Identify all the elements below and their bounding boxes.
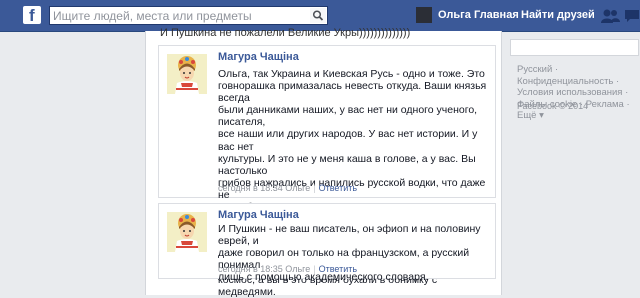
- facebook-logo[interactable]: f: [23, 6, 41, 25]
- comment-meta: сегодня в 18:35 Ольге | Ответить: [218, 264, 357, 274]
- commenter-avatar[interactable]: [167, 54, 207, 94]
- messages-icon[interactable]: [624, 8, 640, 24]
- nav-find-friends-link[interactable]: Найти друзей: [521, 9, 595, 21]
- comment-timestamp[interactable]: сегодня в 18:34 Ольге: [218, 183, 310, 193]
- search-input[interactable]: Ищите людей, места или предметы: [49, 6, 328, 25]
- commenter-avatar[interactable]: [167, 212, 207, 252]
- nav-home-link[interactable]: Главная: [474, 9, 519, 21]
- comment: Магура Чащіна И Пушкин - не ваш писатель…: [158, 203, 496, 283]
- main-content: И Пушкина не пожалели Великие Укры))))))…: [145, 27, 502, 298]
- right-sidebar: Русский · Конфиденциальность · Условия и…: [501, 31, 640, 295]
- meta-separator: |: [313, 264, 316, 274]
- commenter-avatar-image: [167, 212, 207, 252]
- facebook-logo-letter: f: [29, 6, 35, 25]
- comment-author-link[interactable]: Магура Чащіна: [218, 209, 299, 221]
- sidebar-box: [510, 39, 639, 56]
- friend-requests-icon[interactable]: [600, 8, 620, 24]
- footer-links[interactable]: Русский · Конфиденциальность · Условия и…: [517, 64, 639, 122]
- comment-author-link[interactable]: Магура Чащіна: [218, 51, 299, 63]
- user-avatar[interactable]: [416, 7, 432, 23]
- search-icon[interactable]: [310, 8, 326, 23]
- comment: Магура Чащіна Ольга, так Украина и Киевс…: [158, 45, 496, 298]
- comment-meta: сегодня в 18:34 Ольге | Ответить: [218, 183, 357, 193]
- comment-timestamp[interactable]: сегодня в 18:35 Ольге: [218, 264, 310, 274]
- footer-copyright: Facebook © 2014: [517, 101, 589, 111]
- reply-button[interactable]: Ответить: [319, 264, 357, 274]
- commenter-avatar-image: [167, 54, 207, 94]
- comment-text: И Пушкин - не ваш писатель, он эфиоп и н…: [218, 223, 481, 284]
- meta-separator: |: [313, 183, 316, 193]
- post-text: И Пушкина не пожалели Великие Укры))))))…: [160, 27, 411, 39]
- reply-button[interactable]: Ответить: [319, 183, 357, 193]
- nav-profile-link[interactable]: Ольга: [438, 9, 471, 21]
- search-placeholder: Ищите людей, места или предметы: [53, 9, 252, 23]
